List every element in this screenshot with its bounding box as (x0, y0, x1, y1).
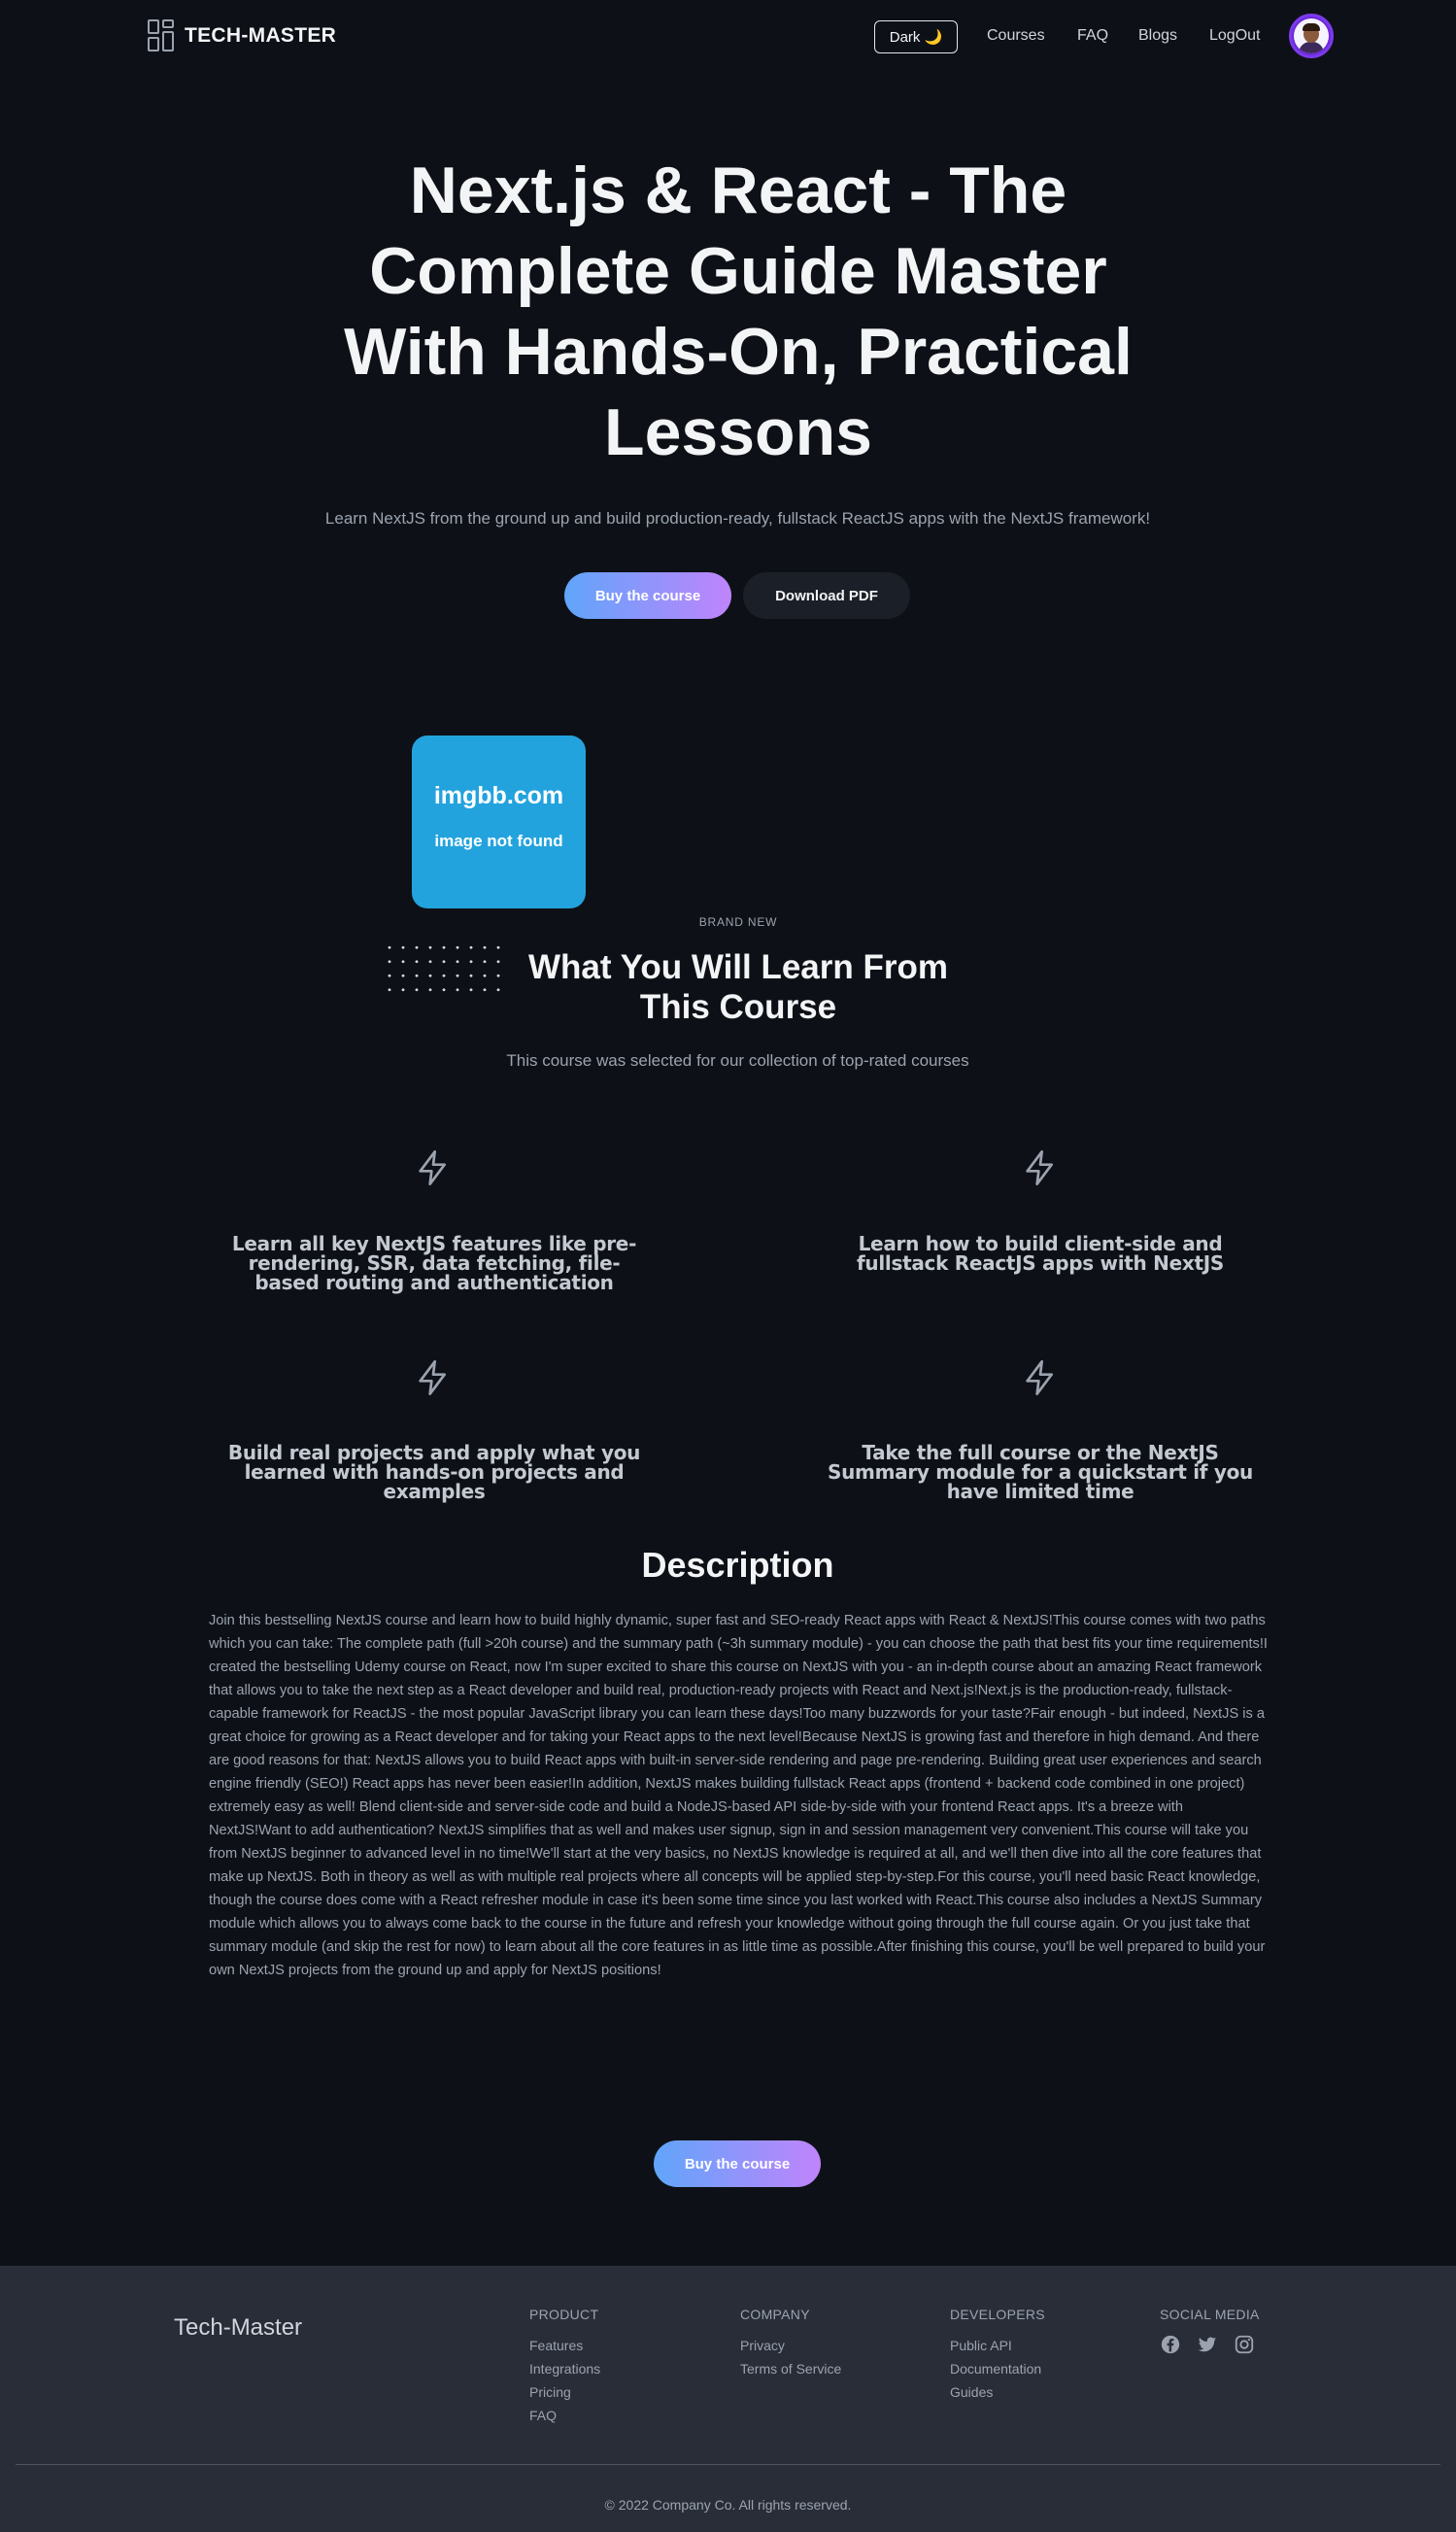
footer: Tech-Master PRODUCT Features Integration… (0, 2266, 1456, 2532)
footer-column-social: SOCIAL MEDIA (1160, 2307, 1260, 2355)
description-title: Description (641, 1545, 834, 1585)
nav-link-faq[interactable]: FAQ (1077, 27, 1108, 45)
feature-text: Build real projects and apply what you l… (227, 1441, 641, 1503)
hero-subtitle: Learn NextJS from the ground up and buil… (324, 509, 1151, 528)
footer-link-faq[interactable]: FAQ (529, 2404, 600, 2427)
footer-column-developers: DEVELOPERS Public API Documentation Guid… (950, 2307, 1045, 2404)
footer-column-product: PRODUCT Features Integrations Pricing FA… (529, 2307, 600, 2427)
feature-text: Take the full course or the NextJS Summa… (828, 1441, 1253, 1503)
brand-name: TECH-MASTER (185, 24, 337, 47)
footer-heading: PRODUCT (529, 2307, 599, 2322)
lightning-icon (1026, 1360, 1053, 1395)
hero-title: Next.js & React - The Complete Guide Mas… (344, 154, 1133, 469)
nav-link-blogs[interactable]: Blogs (1138, 27, 1177, 45)
nav-link-courses[interactable]: Courses (987, 27, 1045, 45)
description-body: Join this bestselling NextJS course and … (209, 1613, 1268, 1978)
lightning-icon (419, 1150, 446, 1185)
footer-divider (16, 2464, 1440, 2465)
footer-link-integrations[interactable]: Integrations (529, 2357, 600, 2380)
twitter-icon[interactable] (1197, 2334, 1218, 2355)
feature-text: Learn how to build client-side and fulls… (857, 1232, 1224, 1275)
section-eyebrow: BRAND NEW (698, 915, 778, 929)
footer-heading: SOCIAL MEDIA (1160, 2307, 1260, 2322)
footer-link-privacy[interactable]: Privacy (740, 2334, 841, 2357)
placeholder-message: image not found (434, 832, 563, 850)
facebook-icon[interactable] (1160, 2334, 1181, 2355)
footer-link-features[interactable]: Features (529, 2334, 600, 2357)
footer-link-guides[interactable]: Guides (950, 2380, 1045, 2404)
download-pdf-button[interactable]: Download PDF (743, 572, 910, 619)
learn-section-title: What You Will Learn From This Course (527, 948, 948, 1026)
footer-heading: DEVELOPERS (950, 2307, 1045, 2322)
footer-column-company: COMPANY Privacy Terms of Service (740, 2307, 841, 2380)
nav-link-logout[interactable]: LogOut (1209, 27, 1260, 45)
footer-link-public-api[interactable]: Public API (950, 2334, 1045, 2357)
lightning-icon (1026, 1150, 1053, 1185)
lightning-icon (419, 1360, 446, 1395)
footer-brand: Tech-Master (174, 2314, 303, 2341)
learn-section-subtitle: This course was selected for our collect… (506, 1051, 969, 1070)
course-image-placeholder: imgbb.com image not found (412, 736, 586, 908)
copyright-text: © 2022 Company Co. All rights reserved. (604, 2497, 852, 2513)
dot-pattern-decoration (383, 941, 509, 999)
buy-course-button-bottom[interactable]: Buy the course (654, 2140, 821, 2187)
dashboard-icon (148, 19, 175, 52)
theme-toggle-button[interactable]: Dark 🌙 (874, 20, 958, 53)
instagram-icon[interactable] (1234, 2334, 1255, 2355)
brand-logo-link[interactable]: TECH-MASTER (148, 19, 336, 52)
footer-link-pricing[interactable]: Pricing (529, 2380, 600, 2404)
user-avatar[interactable] (1289, 14, 1334, 58)
buy-course-button[interactable]: Buy the course (564, 572, 731, 619)
navbar: TECH-MASTER Dark 🌙 Courses FAQ Blogs Log… (0, 0, 1456, 73)
footer-heading: COMPANY (740, 2307, 810, 2322)
feature-text: Learn all key NextJS features like pre-r… (231, 1232, 637, 1294)
placeholder-host: imgbb.com (433, 782, 564, 809)
footer-link-terms[interactable]: Terms of Service (740, 2357, 841, 2380)
footer-link-documentation[interactable]: Documentation (950, 2357, 1045, 2380)
